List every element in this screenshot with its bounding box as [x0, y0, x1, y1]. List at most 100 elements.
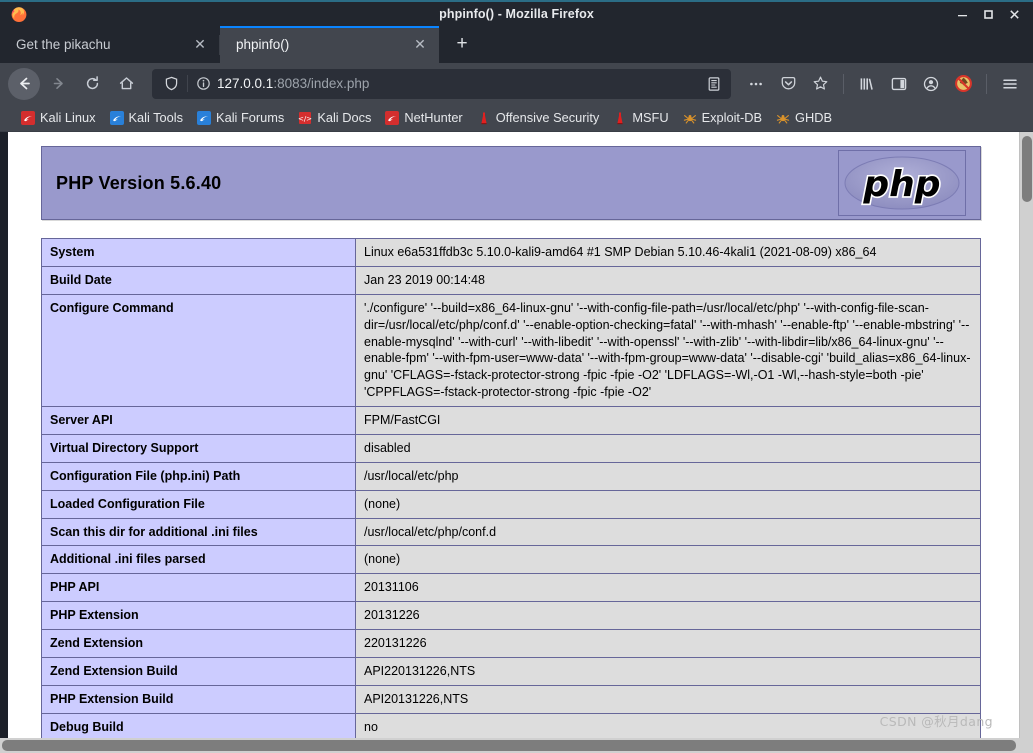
tab-label: phpinfo() — [236, 37, 290, 52]
back-button[interactable] — [8, 67, 40, 100]
bookmark-ghdb[interactable]: GHDB — [769, 108, 839, 127]
account-circle-icon[interactable] — [916, 69, 946, 99]
info-circle-icon[interactable] — [193, 76, 213, 91]
minimize-button[interactable] — [949, 3, 975, 25]
bookmark-label: MSFU — [632, 110, 669, 125]
kali-dragon-icon — [109, 110, 124, 125]
url-host: 127.0.0.1 — [217, 76, 274, 91]
bookmark-kali-linux[interactable]: Kali Linux — [14, 108, 103, 127]
table-row: Debug Build no — [41, 712, 981, 738]
bookmark-nethunter[interactable]: NetHunter — [378, 108, 469, 127]
url-separator — [187, 75, 188, 92]
row-value: (none) — [355, 489, 981, 519]
bookmark-offensive-security[interactable]: Offensive Security — [470, 108, 607, 127]
forward-button[interactable] — [42, 68, 74, 100]
bookmark-kali-tools[interactable]: Kali Tools — [103, 108, 191, 127]
bookmark-star-icon[interactable] — [805, 69, 835, 99]
horizontal-scrollbar-thumb[interactable] — [2, 740, 1016, 751]
table-row: Loaded Configuration File (none) — [41, 489, 981, 519]
row-key: Server API — [41, 406, 356, 435]
noscript-icon[interactable] — [948, 69, 978, 99]
table-row: System Linux e6a531ffdb3c 5.10.0-kali9-a… — [41, 238, 981, 267]
table-row: Configure Command './configure' '--build… — [41, 293, 981, 408]
home-button[interactable] — [110, 68, 142, 100]
tab-strip: Get the pikachu ✕ phpinfo() ✕ + — [0, 26, 1033, 63]
offsec-icon — [477, 111, 491, 125]
new-tab-button[interactable]: + — [445, 29, 479, 59]
page-title: PHP Version 5.6.40 — [56, 172, 222, 193]
bookmark-label: Kali Linux — [40, 110, 96, 125]
url-bar[interactable]: 127.0.0.1:8083/index.php — [152, 68, 731, 99]
offsec-icon — [613, 111, 627, 125]
table-row: Virtual Directory Support disabled — [41, 433, 981, 463]
bookmark-exploit-db[interactable]: Exploit-DB — [676, 108, 769, 127]
table-row: Scan this dir for additional .ini files … — [41, 517, 981, 547]
phpinfo-document: PHP Version 5.6.40 php System Linux e6a5… — [8, 132, 1019, 738]
row-key: PHP Extension — [41, 601, 356, 630]
tab-get-the-pikachu[interactable]: Get the pikachu ✕ — [0, 26, 219, 63]
phpinfo-container: PHP Version 5.6.40 php System Linux e6a5… — [41, 146, 981, 738]
row-key: Build Date — [41, 265, 356, 295]
bookmark-kali-docs[interactable]: </> Kali Docs — [291, 108, 378, 127]
row-key: PHP Extension Build — [41, 684, 356, 714]
title-bar: phpinfo() - Mozilla Firefox — [0, 0, 1033, 26]
row-value: 20131106 — [355, 573, 981, 603]
close-icon[interactable]: ✕ — [189, 34, 211, 56]
toolbar-separator-2 — [986, 73, 987, 94]
table-row: Server API FPM/FastCGI — [41, 406, 981, 435]
table-row: Zend Extension 220131226 — [41, 629, 981, 658]
bookmarks-toolbar: Kali Linux Kali Tools Kali Forums </> Ka… — [0, 104, 1033, 132]
row-value: /usr/local/etc/php/conf.d — [355, 517, 981, 547]
pocket-icon[interactable] — [773, 69, 803, 99]
row-value: FPM/FastCGI — [355, 406, 981, 435]
sidebar-icon[interactable] — [884, 69, 914, 99]
row-key: Additional .ini files parsed — [41, 545, 356, 575]
horizontal-scrollbar[interactable] — [0, 738, 1033, 753]
shield-icon[interactable] — [160, 76, 182, 91]
kali-dragon-icon — [21, 110, 35, 125]
bookmark-label: NetHunter — [404, 110, 463, 125]
url-text[interactable]: 127.0.0.1:8083/index.php — [213, 76, 701, 91]
bookmark-kali-forums[interactable]: Kali Forums — [190, 108, 291, 127]
table-row: Configuration File (php.ini) Path /usr/l… — [41, 461, 981, 491]
php-logo-icon: php — [838, 150, 966, 216]
app-menu-button[interactable] — [995, 69, 1025, 99]
row-key: Debug Build — [41, 712, 356, 738]
kali-dragon-icon — [197, 110, 212, 125]
bookmark-label: Kali Forums — [216, 110, 285, 125]
maximize-button[interactable] — [975, 3, 1001, 25]
bookmark-msfu[interactable]: MSFU — [606, 108, 675, 127]
close-button[interactable] — [1001, 3, 1027, 25]
table-row: PHP Extension 20131226 — [41, 601, 981, 630]
toolbar-separator — [843, 73, 844, 94]
row-value: API20131226,NTS — [355, 684, 981, 714]
bookmark-label: Kali Docs — [317, 110, 372, 125]
tab-label: Get the pikachu — [16, 37, 111, 52]
table-row: Additional .ini files parsed (none) — [41, 545, 981, 575]
row-value: './configure' '--build=x86_64-linux-gnu'… — [355, 293, 981, 408]
reload-button[interactable] — [76, 68, 108, 100]
bookmark-label: Offensive Security — [495, 110, 600, 125]
tab-phpinfo[interactable]: phpinfo() ✕ — [220, 26, 439, 63]
table-row: PHP Extension Build API20131226,NTS — [41, 684, 981, 714]
table-row: Build Date Jan 23 2019 00:14:48 — [41, 265, 981, 295]
library-icon[interactable] — [852, 69, 882, 99]
page-actions-button[interactable] — [741, 69, 771, 99]
close-icon[interactable]: ✕ — [409, 34, 431, 56]
reader-view-icon[interactable] — [701, 71, 727, 97]
phpinfo-table: System Linux e6a531ffdb3c 5.10.0-kali9-a… — [41, 238, 981, 738]
vertical-scrollbar[interactable] — [1019, 132, 1033, 738]
row-key: Loaded Configuration File — [41, 489, 356, 519]
row-key: Configure Command — [41, 293, 356, 408]
phpinfo-header: PHP Version 5.6.40 php — [41, 146, 981, 220]
row-key: Zend Extension Build — [41, 656, 356, 686]
phpinfo-table-body: System Linux e6a531ffdb3c 5.10.0-kali9-a… — [41, 238, 981, 738]
page-viewport: PHP Version 5.6.40 php System Linux e6a5… — [0, 132, 1033, 738]
row-key: Virtual Directory Support — [41, 433, 356, 463]
kali-dragon-icon — [385, 110, 400, 125]
row-value: (none) — [355, 545, 981, 575]
vertical-scrollbar-thumb[interactable] — [1022, 136, 1032, 202]
row-value: no — [355, 712, 981, 738]
bookmark-label: GHDB — [795, 110, 833, 125]
window-title: phpinfo() - Mozilla Firefox — [439, 7, 594, 21]
